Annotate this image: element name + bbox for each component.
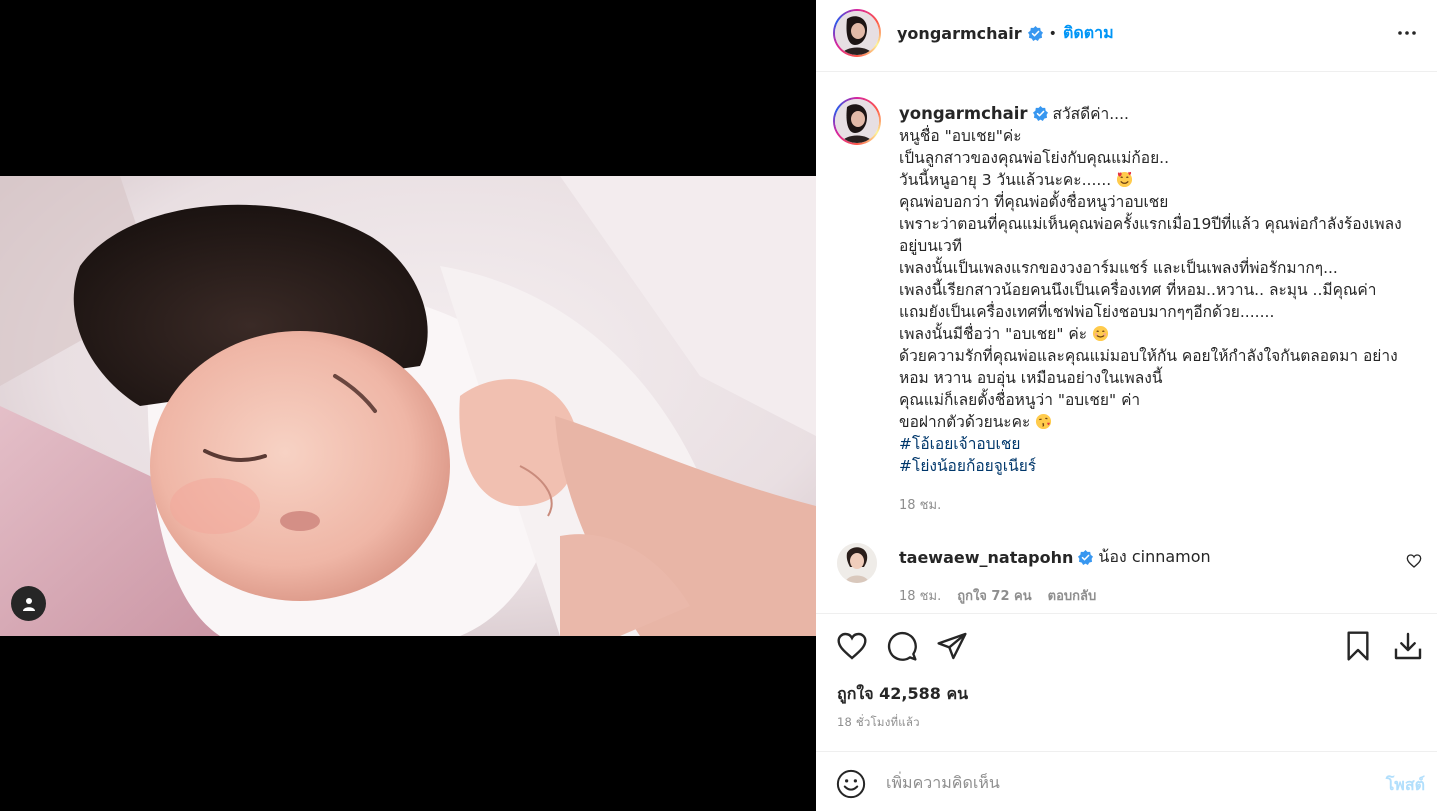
verified-badge-icon bbox=[1078, 550, 1094, 565]
post-time-ago[interactable]: 18 ชั่วโมงที่แล้ว bbox=[837, 714, 920, 732]
more-options-icon[interactable] bbox=[1397, 26, 1417, 40]
post-actions: ถูกใจ 42,588 คน 18 ชั่วโมงที่แล้ว bbox=[816, 613, 1437, 751]
post-caption: yongarmchair สวัสดีค่า.... หนูชื่อ "อบเช… bbox=[899, 103, 1424, 477]
comment-input[interactable] bbox=[886, 766, 1356, 798]
caption-line: อยู่บนเวที bbox=[899, 237, 963, 255]
comment-bubble-icon[interactable] bbox=[886, 630, 918, 662]
follow-button[interactable]: ติดตาม bbox=[1063, 21, 1114, 46]
caption-line: เพราะว่าตอนที่คุณแม่เห็นคุณพ่อครั้งแรกเม… bbox=[899, 215, 1402, 233]
person-icon bbox=[22, 597, 35, 611]
commenter-avatar[interactable] bbox=[837, 543, 877, 583]
commenter-username[interactable]: taewaew_natapohn bbox=[899, 548, 1073, 567]
caption-line: แถมยังเป็นเครื่องเทศที่เชฟพ่อโย่งชอบมากๆ… bbox=[899, 303, 1275, 321]
post-header: yongarmchair • ติดตาม bbox=[816, 0, 1437, 72]
comment-time[interactable]: 18 ชม. bbox=[899, 585, 941, 606]
caption-line: ขอฝากตัวด้วยนะคะ bbox=[899, 413, 1031, 431]
share-plane-icon[interactable] bbox=[936, 630, 968, 662]
smiling-face-emoji-icon bbox=[1092, 325, 1109, 342]
author-username[interactable]: yongarmchair bbox=[897, 24, 1022, 43]
kissing-face-emoji-icon bbox=[1036, 413, 1052, 430]
comment-like-heart-icon[interactable] bbox=[1406, 553, 1422, 569]
separator-dot: • bbox=[1048, 25, 1057, 42]
hashtag-link[interactable]: #โย่งน้อยก้อยจูเนียร์ bbox=[899, 455, 1424, 477]
caption-line: เพลงนั้นเป็นเพลงแรกของวงอาร์มแชร์ และเป็… bbox=[899, 259, 1338, 277]
media-pane bbox=[0, 0, 816, 811]
verified-badge-icon bbox=[1027, 26, 1043, 41]
caption-line: วันนี้หนูอายุ 3 วันแล้วนะคะ...... bbox=[899, 171, 1112, 189]
reply-button[interactable]: ตอบกลับ bbox=[1048, 585, 1097, 606]
caption-line: ด้วยความรักที่คุณพ่อและคุณแม่มอบให้กัน ค… bbox=[899, 347, 1398, 365]
caption-line: เป็นลูกสาวของคุณพ่อโย่งกับคุณแม่ก้อย.. bbox=[899, 149, 1170, 167]
comment-text: น้อง cinnamon bbox=[1098, 547, 1211, 566]
caption-username[interactable]: yongarmchair bbox=[899, 104, 1028, 123]
smiling-hearts-emoji-icon bbox=[1117, 171, 1133, 188]
caption-line: เพลงนั้นมีชื่อว่า "อบเชย" ค่ะ bbox=[899, 325, 1088, 343]
caption-line: คุณแม่ก็เลยตั้งชื่อหนูว่า "อบเชย" ค่า bbox=[899, 391, 1141, 409]
post-comment-button[interactable]: โพสต์ bbox=[1386, 773, 1425, 798]
caption-line: หนูชื่อ "อบเชย"ค่ะ bbox=[899, 127, 1022, 145]
caption-author-avatar[interactable] bbox=[833, 97, 881, 145]
tagged-users-button[interactable] bbox=[11, 586, 46, 621]
caption-line: หอม หวาน อบอุ่น เหมือนอย่างในเพลงนี้ bbox=[899, 369, 1163, 387]
comment-item: taewaew_natapohn น้อง cinnamon 18 ชม. ถู… bbox=[816, 533, 1437, 613]
post-photo[interactable] bbox=[0, 176, 816, 636]
like-heart-icon[interactable] bbox=[836, 630, 868, 662]
hashtag-link[interactable]: #โอ้เอยเจ้าอบเชย bbox=[899, 433, 1424, 455]
verified-badge-icon bbox=[1032, 106, 1048, 121]
emoji-picker-icon[interactable] bbox=[836, 769, 866, 799]
caption-line: สวัสดีค่า.... bbox=[1052, 105, 1129, 123]
caption-timestamp[interactable]: 18 ชม. bbox=[899, 494, 941, 515]
post-like-count[interactable]: ถูกใจ 42,588 คน bbox=[837, 682, 968, 707]
comments-section[interactable]: yongarmchair สวัสดีค่า.... หนูชื่อ "อบเช… bbox=[816, 73, 1437, 613]
save-bookmark-icon[interactable] bbox=[1342, 630, 1374, 662]
comment-likes[interactable]: ถูกใจ 72 คน bbox=[957, 585, 1031, 606]
post-details-panel: yongarmchair • ติดตาม yongarmchair สวัสด… bbox=[816, 0, 1437, 811]
add-comment-bar: โพสต์ bbox=[816, 751, 1437, 811]
caption-line: คุณพ่อบอกว่า ที่คุณพ่อตั้งชื่อหนูว่าอบเช… bbox=[899, 193, 1169, 211]
author-avatar[interactable] bbox=[833, 9, 881, 57]
download-icon[interactable] bbox=[1392, 630, 1424, 662]
caption-line: เพลงนี้เรียกสาวน้อยคนนึงเป็นเครื่องเทศ ท… bbox=[899, 281, 1377, 299]
